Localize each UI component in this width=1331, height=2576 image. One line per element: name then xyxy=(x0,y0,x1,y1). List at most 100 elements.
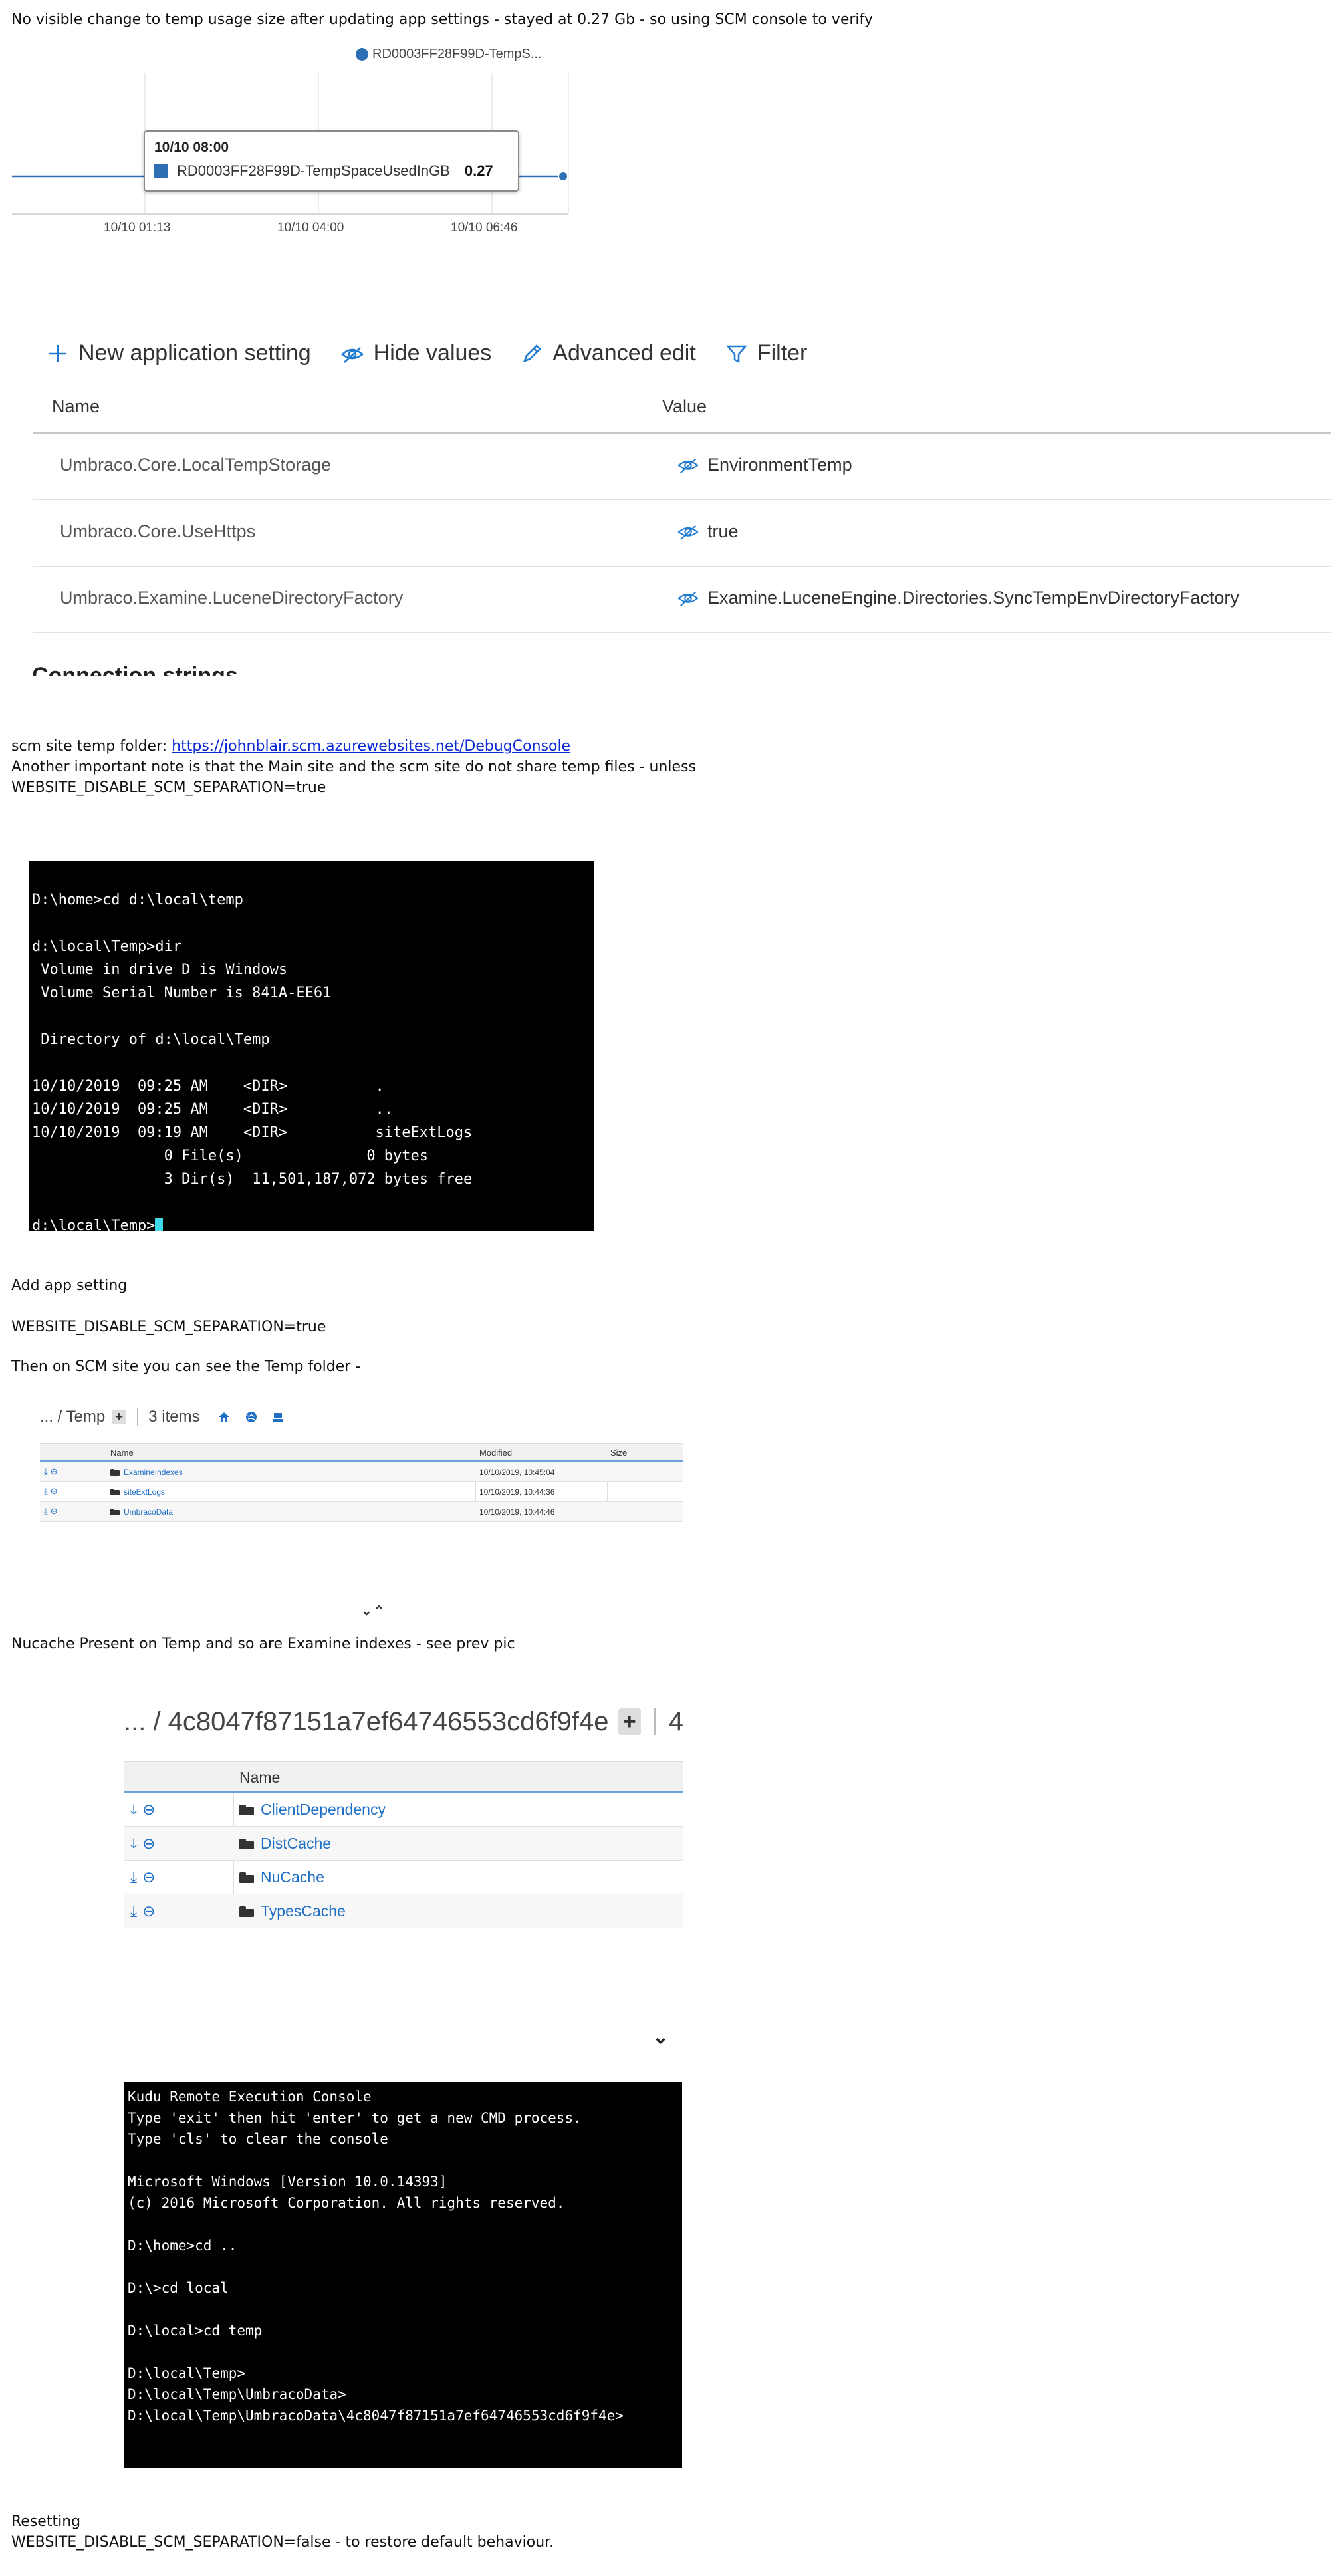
x-tick-label: 10/10 01:13 xyxy=(104,221,171,235)
chevron-down-icon[interactable]: ⌄ xyxy=(652,2025,669,2049)
item-count: 3 items xyxy=(148,1408,200,1426)
folder-name[interactable]: TypesCache xyxy=(261,1902,346,1920)
globe-icon[interactable] xyxy=(245,1411,257,1423)
setting-value-text: true xyxy=(707,521,739,541)
setting-row[interactable]: Umbraco.Core.UseHttps true xyxy=(33,500,1331,567)
eye-hidden-icon[interactable] xyxy=(677,588,699,608)
hide-values-button[interactable]: Hide values xyxy=(340,340,491,366)
console-output: D:\home>cd d:\local\temp d:\local\Temp>d… xyxy=(32,892,473,1188)
drive-icon[interactable] xyxy=(272,1411,284,1423)
modified-date: 10/10/2019, 10:45:04 xyxy=(479,1468,555,1477)
settings-table-header: Name Value xyxy=(33,390,1331,434)
setting-name[interactable]: Umbraco.Examine.LuceneDirectoryFactory xyxy=(60,588,403,608)
note-scm-folder: scm site temp folder: https://johnblair.… xyxy=(11,736,570,757)
kudu-console[interactable]: Kudu Remote Execution Console Type 'exit… xyxy=(124,2082,682,2468)
setting-value-text: Examine.LuceneEngine.Directories.SyncTem… xyxy=(707,588,1239,608)
chart-tooltip: 10/10 08:00 RD0003FF28F99D-TempSpaceUsed… xyxy=(144,130,519,192)
filter-button[interactable]: Filter xyxy=(725,340,808,366)
new-setting-label: New application setting xyxy=(78,340,311,366)
note-separation-false: WEBSITE_DISABLE_SCM_SEPARATION=false - t… xyxy=(11,2534,554,2551)
app-settings-toolbar: New application setting Hide values Adva… xyxy=(47,340,807,366)
item-count: 4 xyxy=(668,1706,683,1736)
note-then-scm: Then on SCM site you can see the Temp fo… xyxy=(11,1358,361,1375)
delete-icon[interactable]: ⊖ xyxy=(142,1835,155,1853)
folder-name[interactable]: DistCache xyxy=(261,1835,331,1853)
advanced-edit-button[interactable]: Advanced edit xyxy=(521,340,696,366)
delete-icon[interactable]: ⊖ xyxy=(142,1902,155,1920)
connection-strings-heading: Connection strings xyxy=(32,664,285,676)
header-size[interactable]: Size xyxy=(610,1448,627,1458)
filter-icon xyxy=(726,345,747,363)
kudu-file-browser-umbraco: ... / 4c8047f87151a7ef64746553cd6f9f4e +… xyxy=(124,1700,683,1928)
header-name[interactable]: Name xyxy=(239,1769,280,1787)
modified-date: 10/10/2019, 10:44:46 xyxy=(479,1507,555,1517)
delete-icon[interactable]: ⊖ xyxy=(51,1486,58,1497)
table-row[interactable]: ⤓ ⊖ ClientDependency xyxy=(124,1793,683,1827)
add-icon[interactable]: + xyxy=(112,1410,127,1424)
header-name[interactable]: Name xyxy=(110,1448,134,1458)
setting-value[interactable]: Examine.LuceneEngine.Directories.SyncTem… xyxy=(677,588,1239,608)
collapse-expand-chevrons[interactable]: ⌄⌃ xyxy=(361,1603,386,1619)
note-nucache: Nucache Present on Temp and so are Exami… xyxy=(11,1636,515,1652)
series-point[interactable] xyxy=(558,171,568,182)
plus-icon xyxy=(49,344,66,362)
chart-legend[interactable]: RD0003FF28F99D-TempS... xyxy=(356,47,542,62)
table-row[interactable]: ⤓ ⊖ siteExtLogs 10/10/2019, 10:44:36 xyxy=(40,1482,683,1502)
note-share: Another important note is that the Main … xyxy=(11,759,696,775)
delete-icon[interactable]: ⊖ xyxy=(142,1801,155,1819)
eye-hidden-icon[interactable] xyxy=(677,455,699,475)
delete-icon[interactable]: ⊖ xyxy=(51,1466,58,1477)
download-icon[interactable]: ⤓ xyxy=(44,1506,48,1517)
download-icon[interactable]: ⤓ xyxy=(44,1466,48,1477)
folder-name[interactable]: UmbracoData xyxy=(124,1507,173,1517)
table-row[interactable]: ⤓ ⊖ ExamineIndexes 10/10/2019, 10:45:04 xyxy=(40,1462,683,1482)
table-row[interactable]: ⤓ ⊖ UmbracoData 10/10/2019, 10:44:46 xyxy=(40,1502,683,1522)
folder-icon xyxy=(110,1509,120,1515)
delete-icon[interactable]: ⊖ xyxy=(51,1506,58,1517)
download-icon[interactable]: ⤓ xyxy=(44,1486,48,1497)
setting-row[interactable]: Umbraco.Core.LocalTempStorage Environmen… xyxy=(33,434,1331,500)
add-icon[interactable]: + xyxy=(618,1708,642,1735)
tooltip-series-name: RD0003FF28F99D-TempSpaceUsedInGB xyxy=(177,162,450,179)
filter-label: Filter xyxy=(757,340,808,366)
folder-name[interactable]: NuCache xyxy=(261,1868,324,1886)
breadcrumb-path[interactable]: ... / 4c8047f87151a7ef64746553cd6f9f4e xyxy=(124,1707,609,1737)
header-value[interactable]: Value xyxy=(662,396,707,417)
setting-value[interactable]: EnvironmentTemp xyxy=(677,455,852,475)
breadcrumb-path[interactable]: ... / Temp xyxy=(40,1408,105,1426)
folder-name[interactable]: ClientDependency xyxy=(261,1801,386,1819)
download-icon[interactable]: ⤓ xyxy=(130,1835,137,1853)
folder-icon xyxy=(110,1489,120,1495)
eye-hidden-icon xyxy=(340,346,364,363)
legend-label: RD0003FF28F99D-TempS... xyxy=(372,47,542,61)
folder-name[interactable]: siteExtLogs xyxy=(124,1487,165,1497)
setting-row[interactable]: Umbraco.Examine.LuceneDirectoryFactory E… xyxy=(33,567,1331,633)
folder-name[interactable]: ExamineIndexes xyxy=(124,1468,183,1477)
tooltip-series-swatch xyxy=(154,164,168,178)
file-table: Name Modified Size ⤓ ⊖ ExamineIndexes 10/… xyxy=(40,1443,683,1522)
x-tick-label: 10/10 04:00 xyxy=(277,221,344,235)
download-icon[interactable]: ⤓ xyxy=(130,1801,137,1819)
divider xyxy=(137,1408,138,1426)
download-icon[interactable]: ⤓ xyxy=(130,1902,137,1920)
table-row[interactable]: ⤓ ⊖ NuCache xyxy=(124,1861,683,1894)
table-row[interactable]: ⤓ ⊖ TypesCache xyxy=(124,1894,683,1928)
new-application-setting-button[interactable]: New application setting xyxy=(47,340,311,366)
setting-name[interactable]: Umbraco.Core.UseHttps xyxy=(60,521,255,542)
download-icon[interactable]: ⤓ xyxy=(130,1868,137,1886)
delete-icon[interactable]: ⊖ xyxy=(142,1868,155,1886)
file-table-header: Name xyxy=(124,1762,683,1793)
header-name[interactable]: Name xyxy=(52,396,100,417)
kudu-file-browser-temp: ... / Temp + 3 items Name Modified Size … xyxy=(40,1403,683,1522)
console-output: Kudu Remote Execution Console Type 'exit… xyxy=(128,2089,624,2424)
cmd-console[interactable]: D:\home>cd d:\local\temp d:\local\Temp>d… xyxy=(29,861,594,1231)
file-table: Name ⤓ ⊖ ClientDependency ⤓ ⊖ DistCache ⤓ ⊖… xyxy=(124,1761,683,1928)
table-row[interactable]: ⤓ ⊖ DistCache xyxy=(124,1827,683,1861)
setting-value[interactable]: true xyxy=(677,521,739,542)
setting-name[interactable]: Umbraco.Core.LocalTempStorage xyxy=(60,455,331,475)
eye-hidden-icon[interactable] xyxy=(677,522,699,542)
breadcrumb: ... / 4c8047f87151a7ef64746553cd6f9f4e +… xyxy=(124,1700,683,1743)
home-icon[interactable] xyxy=(217,1411,231,1423)
header-modified[interactable]: Modified xyxy=(479,1448,512,1458)
scm-debug-console-link[interactable]: https://johnblair.scm.azurewebsites.net/… xyxy=(172,738,570,755)
